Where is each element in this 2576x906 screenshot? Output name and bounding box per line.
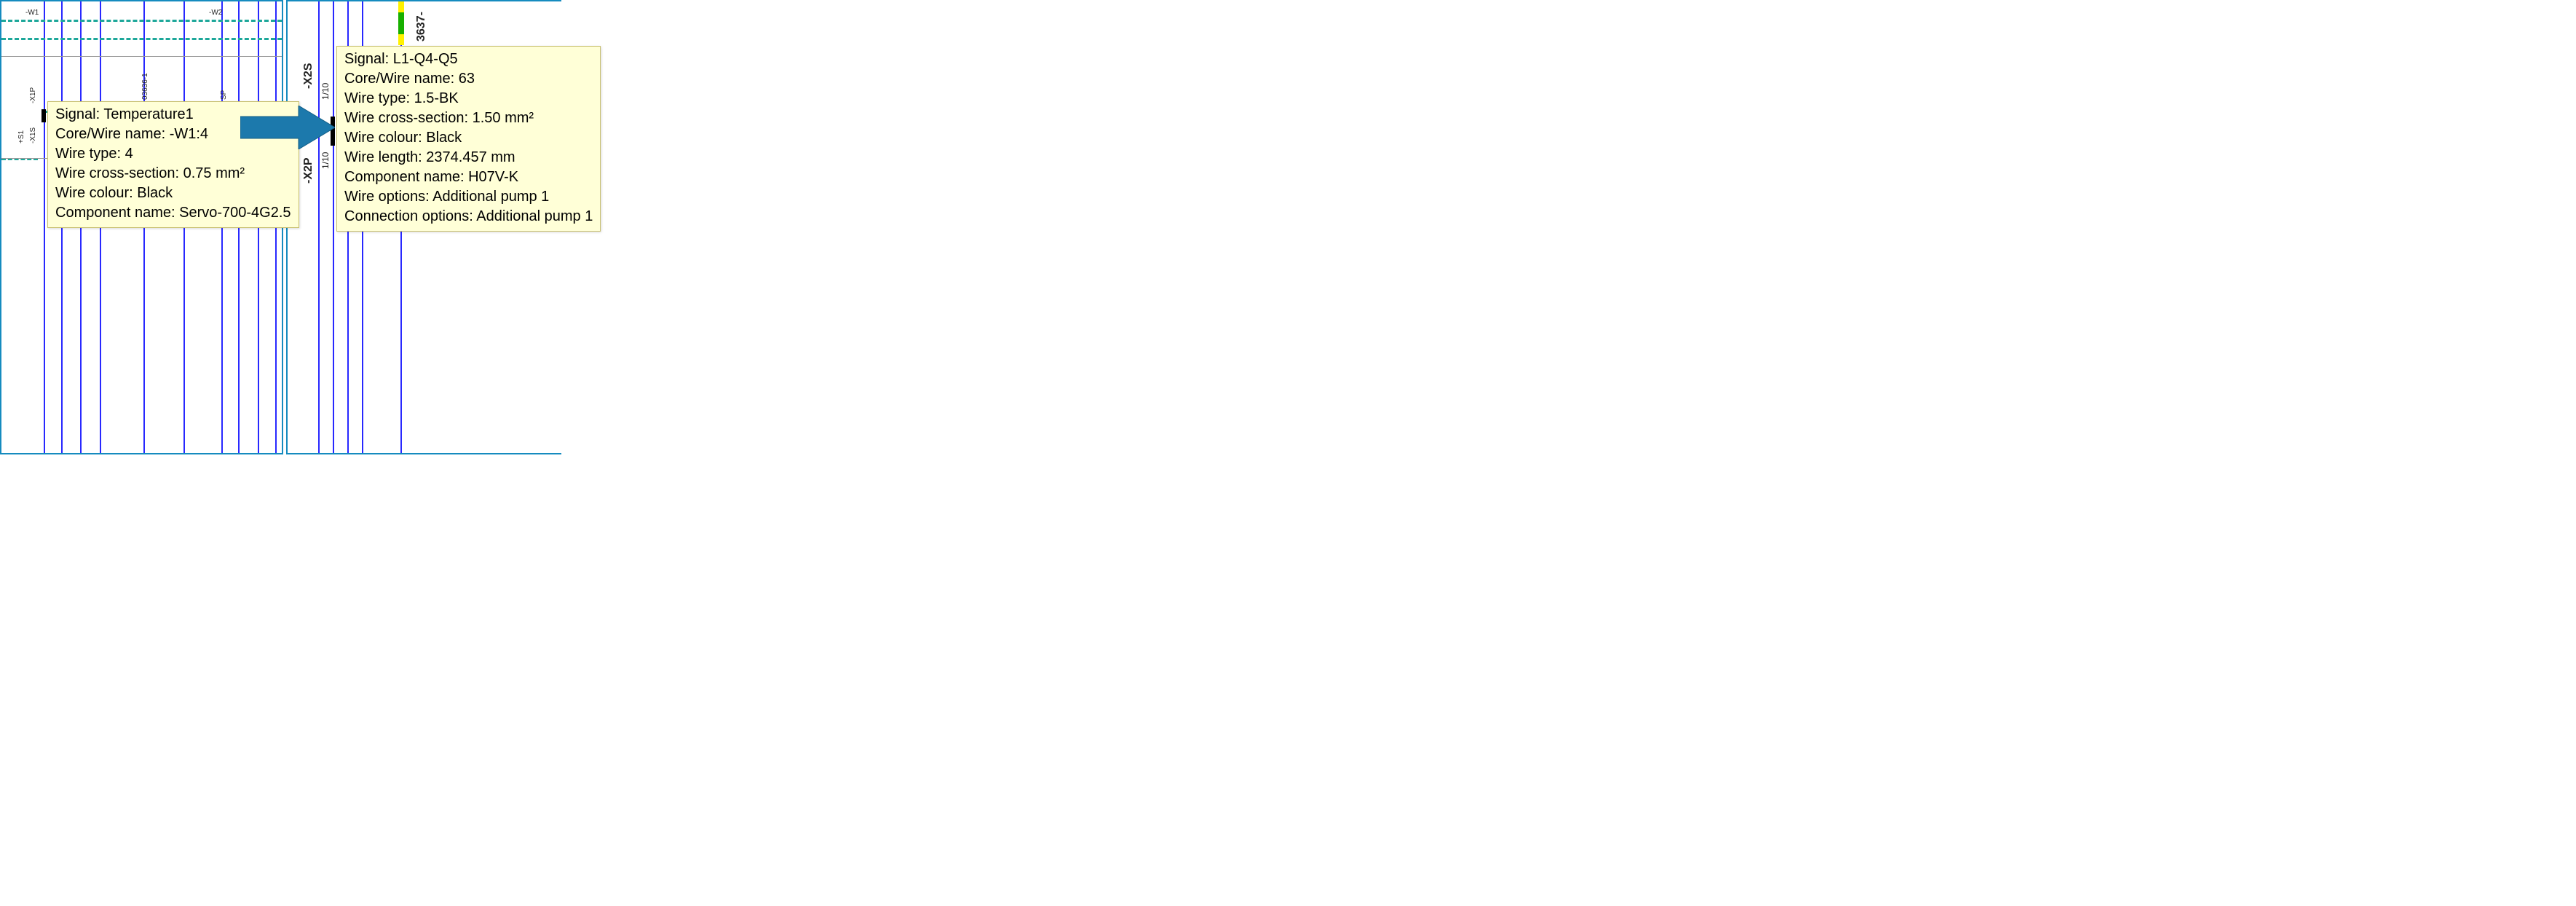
value: L1-Q4-Q5 <box>393 51 458 67</box>
label: Core/Wire name: <box>55 126 165 142</box>
tag-x1p: -X1P <box>29 87 37 103</box>
value: 1.5-BK <box>414 90 459 106</box>
label: Wire type: <box>55 146 121 162</box>
label: Component name: <box>344 169 465 185</box>
tag-w1: -W1 <box>25 9 39 17</box>
pe-wire-green <box>398 12 404 34</box>
label: Wire colour: <box>55 185 133 201</box>
label: Signal: <box>344 51 389 67</box>
label: Wire cross-section: <box>344 110 468 126</box>
tooltip-row-core: Core/Wire name: 63 <box>344 69 593 89</box>
tooltip-row-comp: Component name: H07V-K <box>344 168 593 187</box>
cable-dash <box>1 38 282 40</box>
label: Wire options: <box>344 189 430 205</box>
tooltip-row-connopt: Connection options: Additional pump 1 <box>344 207 593 227</box>
tooltip-row-type: Wire type: 1.5-BK <box>344 89 593 109</box>
tag-bus: 3637- <box>415 12 428 42</box>
label: Wire colour: <box>344 130 422 146</box>
value: -W1:4 <box>170 126 208 142</box>
label: Connection options: <box>344 208 473 224</box>
value: H07V-K <box>468 169 518 185</box>
value: 0.75 mm² <box>183 165 245 181</box>
wire-tooltip-right: Signal: L1-Q4-Q5 Core/Wire name: 63 Wire… <box>336 46 601 232</box>
tag-mid: 03636-1 <box>141 73 149 100</box>
value: 4 <box>125 146 133 162</box>
wire-marker[interactable] <box>42 109 46 122</box>
tag-x2s: -X2S <box>302 63 315 89</box>
value: Black <box>137 185 173 201</box>
tag-fraction-2: 1/10 <box>320 152 331 169</box>
tooltip-row-length: Wire length: 2374.457 mm <box>344 148 593 168</box>
label: Wire length: <box>344 149 422 165</box>
tooltip-row-wireopt: Wire options: Additional pump 1 <box>344 187 593 207</box>
conductor-vertical <box>333 1 334 453</box>
tag-x2p: -X2P <box>302 157 315 184</box>
label: Core/Wire name: <box>344 71 454 87</box>
value: Temperature1 <box>103 106 193 122</box>
value: 2374.457 mm <box>426 149 515 165</box>
value: 63 <box>459 71 475 87</box>
tooltip-row-cross: Wire cross-section: 0.75 mm² <box>55 164 291 184</box>
tooltip-row-signal: Signal: L1-Q4-Q5 <box>344 50 593 69</box>
tooltip-row-colour: Wire colour: Black <box>55 184 291 203</box>
tag-s1: +S1 <box>17 130 25 143</box>
tooltip-row-comp: Component name: Servo-700-4G2.5 <box>55 203 291 223</box>
value: Additional pump 1 <box>476 208 593 224</box>
tag-fraction-1: 1/10 <box>320 83 331 100</box>
label: Wire cross-section: <box>55 165 179 181</box>
cable-dash <box>1 20 282 22</box>
conductor-vertical <box>44 1 45 453</box>
value: 1.50 mm² <box>473 110 534 126</box>
tooltip-row-cross: Wire cross-section: 1.50 mm² <box>344 109 593 128</box>
conductor-vertical <box>318 1 320 453</box>
grid-line <box>1 56 282 57</box>
label: Wire type: <box>344 90 410 106</box>
value: Black <box>426 130 462 146</box>
value: Additional pump 1 <box>432 189 549 205</box>
tooltip-row-colour: Wire colour: Black <box>344 128 593 148</box>
tag-w2: -W2 <box>209 9 222 17</box>
value: Servo-700-4G2.5 <box>179 205 291 221</box>
arrow-icon <box>240 106 335 149</box>
tag-x1s: -X1S <box>29 127 37 143</box>
tag-sp: SP <box>220 90 228 100</box>
label: Signal: <box>55 106 100 122</box>
label: Component name: <box>55 205 175 221</box>
